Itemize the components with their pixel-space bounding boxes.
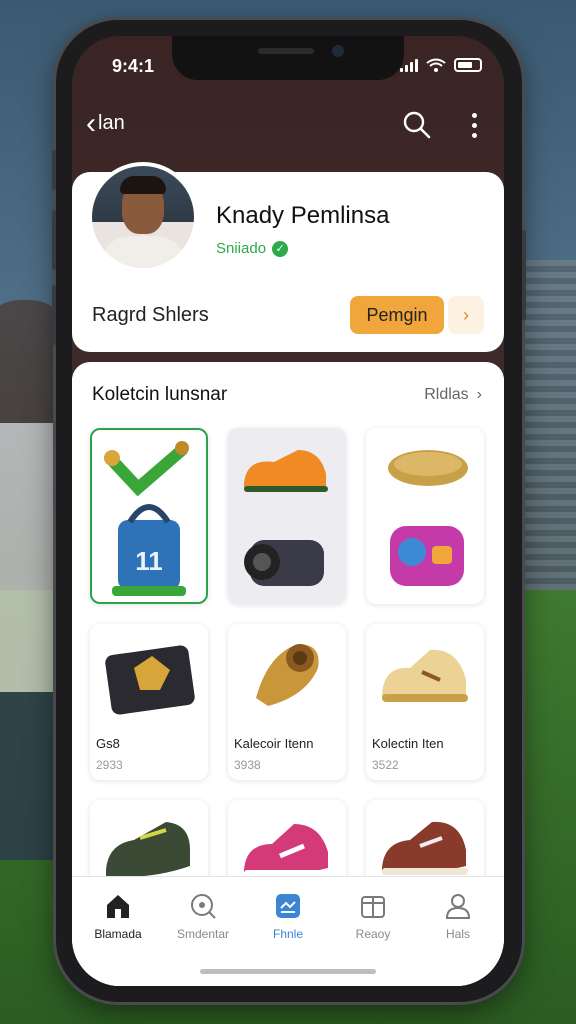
- wifi-icon: [426, 58, 446, 72]
- avatar[interactable]: [88, 162, 198, 272]
- tab-collection[interactable]: Fhnle: [248, 891, 328, 941]
- search-icon[interactable]: [402, 110, 432, 140]
- badge-item-icon: [105, 645, 195, 715]
- signal-icon: [400, 58, 418, 72]
- see-all-link[interactable]: Rldlas ›: [424, 386, 482, 404]
- item-label: Kolectin Iten: [372, 736, 444, 751]
- collection-item-shoes-camera[interactable]: [228, 428, 346, 604]
- top-navigation-bar: ‹ lan: [72, 106, 504, 146]
- tab-profile[interactable]: Hals: [418, 891, 498, 941]
- more-options-icon[interactable]: [464, 110, 484, 140]
- profile-card: Knady Pemlinsa Sniiado ✓ Ragrd Shlers Pe…: [72, 162, 504, 352]
- item-year: 2933: [96, 758, 123, 772]
- item-year: 3938: [234, 758, 261, 772]
- speaker: [258, 48, 314, 54]
- profile-icon: [445, 894, 471, 919]
- tab-label: Smdentar: [176, 927, 230, 941]
- home-icon: [107, 895, 129, 918]
- notch: [172, 36, 404, 80]
- box-icon: [361, 896, 385, 918]
- status-time: 9:4:1: [112, 56, 155, 76]
- back-button[interactable]: ‹ lan: [86, 106, 125, 140]
- tab-home[interactable]: Blamada: [78, 891, 158, 941]
- collection-item-coin-dice[interactable]: [366, 428, 484, 604]
- status-icons: [400, 58, 482, 72]
- collection-title: Koletcin lunsnar: [92, 384, 228, 405]
- item-year: 3522: [372, 758, 399, 772]
- profile-subtitle: Ragrd Shlers: [92, 304, 209, 326]
- phone-volume-up: [52, 210, 56, 270]
- verified-check-icon: ✓: [272, 240, 289, 257]
- chevron-left-icon: ‹: [86, 106, 96, 140]
- collection-item-badge[interactable]: Gs8 2933: [90, 624, 208, 780]
- phone-power-button: [522, 230, 526, 320]
- relic-item-icon: [256, 644, 319, 706]
- tab-label: Reaoy: [355, 927, 391, 941]
- bottom-tab-bar: Blamada Smdentar Fhnle Reaoy Hals: [72, 876, 504, 986]
- tab-label: Blamada: [94, 927, 142, 941]
- see-all-label: Rldlas: [424, 386, 469, 403]
- tab-box[interactable]: Reaoy: [333, 891, 413, 941]
- sneaker-camera-icon: [244, 450, 328, 586]
- primary-action-button[interactable]: Pemgin: [350, 296, 444, 334]
- trophy-item-icon: 11: [104, 441, 189, 596]
- arrow-right-button[interactable]: ›: [448, 296, 484, 334]
- phone-volume-down: [52, 285, 56, 345]
- battery-icon: [454, 58, 482, 72]
- phone-side-button: [52, 150, 56, 190]
- item-label: Kalecoir Itenn: [234, 736, 314, 751]
- tab-search[interactable]: Smdentar: [163, 891, 243, 941]
- home-indicator[interactable]: [200, 969, 376, 974]
- profile-status: Sniiado ✓: [216, 240, 289, 257]
- camera: [332, 45, 344, 57]
- status-text: Sniiado: [216, 240, 267, 257]
- collection-item-gold-sneaker[interactable]: Kolectin Iten 3522: [366, 624, 484, 780]
- collection-icon: [276, 894, 300, 918]
- item-label: Gs8: [96, 736, 120, 751]
- phone-screen: 9:4:1 ‹ lan Knady Pemlinsa Sniiado ✓ Rag…: [72, 36, 504, 986]
- tab-label: Hals: [445, 927, 470, 941]
- collection-item-relic[interactable]: Kalecoir Itenn 3938: [228, 624, 346, 780]
- chevron-right-icon: ›: [476, 386, 482, 403]
- back-label: lan: [98, 112, 125, 134]
- gold-sneaker-icon: [382, 649, 468, 702]
- search-icon: [191, 894, 216, 919]
- tab-label: Fhnle: [272, 927, 304, 941]
- profile-name: Knady Pemlinsa: [216, 202, 390, 229]
- coin-dice-icon: [388, 450, 468, 586]
- svg-text:11: 11: [135, 546, 163, 576]
- collection-item-trophy[interactable]: 11: [90, 428, 208, 604]
